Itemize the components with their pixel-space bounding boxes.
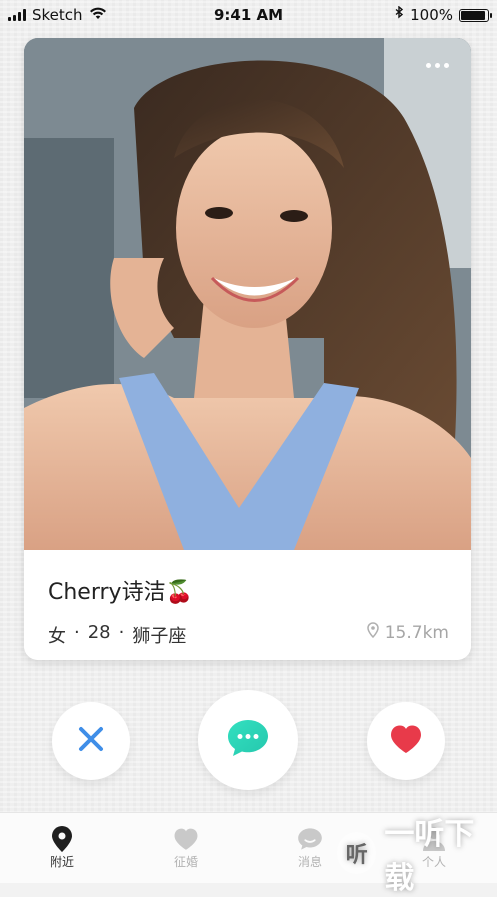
dislike-button[interactable] <box>52 702 130 780</box>
gender-label: 女 <box>48 626 66 647</box>
profile-info: Cherry诗洁🍒 女 · 28 · 狮子座 15.7km <box>24 550 471 660</box>
location-icon <box>366 622 379 643</box>
tab-bar: 附近 征婚 消息 个人 听 一听下载 <box>0 812 497 896</box>
tab-nearby[interactable]: 附近 <box>22 825 102 870</box>
message-button[interactable] <box>198 690 298 790</box>
watermark: 听 一听下载 <box>337 817 497 896</box>
chat-bubble-icon <box>226 718 270 762</box>
distance: 15.7km <box>366 622 449 643</box>
watermark-text: 一听下载 <box>384 817 475 896</box>
photo-illustration <box>24 38 471 550</box>
zodiac-label: 狮子座 <box>132 626 187 647</box>
battery-percent: 100% <box>410 6 453 24</box>
bluetooth-icon <box>394 5 404 24</box>
tab-matchmaking[interactable]: 征婚 <box>146 825 226 870</box>
more-options-icon[interactable] <box>426 63 449 68</box>
meta-separator: · <box>118 622 125 643</box>
status-right: 100% <box>394 5 492 24</box>
profile-photo[interactable] <box>24 38 471 550</box>
heart-icon <box>389 724 423 758</box>
status-bar: Sketch 9:41 AM 100% <box>0 0 497 30</box>
battery-icon <box>459 8 492 22</box>
tab-label: 附近 <box>49 855 74 869</box>
distance-label: 15.7km <box>384 622 449 643</box>
location-pin-icon <box>22 825 102 853</box>
profile-meta: 女 · 28 · 狮子座 <box>48 622 186 648</box>
age-label: 28 <box>87 622 111 643</box>
heart-icon <box>146 825 226 853</box>
like-button[interactable] <box>367 702 445 780</box>
close-icon <box>76 724 106 758</box>
tab-label: 征婚 <box>173 855 198 869</box>
meta-separator: · <box>74 622 80 643</box>
profile-name: Cherry诗洁🍒 <box>48 580 193 605</box>
watermark-logo: 听 <box>337 832 377 874</box>
profile-card[interactable]: Cherry诗洁🍒 女 · 28 · 狮子座 15.7km <box>24 38 471 660</box>
